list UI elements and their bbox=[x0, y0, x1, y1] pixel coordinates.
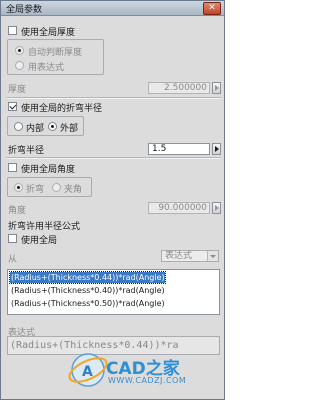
auto-thickness-radio[interactable] bbox=[15, 46, 24, 55]
bend-radius-arrow-button[interactable] bbox=[212, 143, 221, 155]
outer-radio[interactable] bbox=[48, 122, 57, 131]
angle-input[interactable]: 90.000000 bbox=[148, 202, 210, 214]
title-bar[interactable]: 全局参数 ✕ bbox=[1, 1, 224, 16]
close-button[interactable]: ✕ bbox=[203, 2, 221, 15]
divider bbox=[6, 97, 221, 99]
close-icon: ✕ bbox=[208, 3, 216, 13]
bend-angle-radio[interactable] bbox=[14, 183, 23, 192]
corner-angle-label: 夹角 bbox=[64, 185, 83, 195]
use-global-formula-checkbox[interactable] bbox=[8, 234, 17, 243]
formula-section-label: 折弯许用半径公式 bbox=[8, 222, 81, 232]
formula-source-select[interactable]: 表达式 bbox=[161, 250, 219, 262]
expression-field[interactable]: (Radius+(Thickness*0.44))*ra bbox=[7, 336, 220, 355]
thickness-field-label: 厚度 bbox=[8, 85, 27, 95]
thickness-mode-group: 自动判断厚度 用表达式 bbox=[7, 39, 104, 75]
formula-list-item[interactable]: (Radius+(Thickness*0.50))*rad(Angle) bbox=[10, 298, 165, 309]
from-label: 从 bbox=[8, 255, 18, 265]
formula-list-item[interactable]: (Radius+(Thickness*0.44))*rad(Angle) bbox=[9, 271, 166, 284]
divider bbox=[6, 157, 221, 159]
thickness-input[interactable]: 2.500000 bbox=[148, 82, 210, 94]
angle-type-group: 折弯 夹角 bbox=[7, 177, 92, 197]
use-global-bend-radius-label: 使用全局的折弯半径 bbox=[21, 104, 103, 114]
chevron-down-icon bbox=[207, 251, 218, 261]
use-global-thickness-checkbox[interactable] bbox=[8, 26, 17, 35]
window-title: 全局参数 bbox=[6, 5, 43, 15]
outer-label: 外部 bbox=[60, 124, 79, 134]
formula-list-item[interactable]: (Radius+(Thickness*0.40))*rad(Angle) bbox=[10, 285, 165, 296]
bend-radius-input[interactable]: 1.5 bbox=[148, 143, 210, 155]
use-global-formula-label: 使用全局 bbox=[21, 236, 58, 246]
formula-source-value: 表达式 bbox=[165, 251, 193, 261]
formula-list[interactable]: (Radius+(Thickness*0.44))*rad(Angle) (Ra… bbox=[7, 269, 220, 315]
global-params-dialog: 全局参数 ✕ 使用全局厚度 自动判断厚度 用表达式 厚度 2.500000 使用… bbox=[0, 0, 225, 400]
expr-thickness-radio[interactable] bbox=[15, 61, 24, 70]
use-global-angle-checkbox[interactable] bbox=[8, 163, 17, 172]
inner-label: 内部 bbox=[26, 124, 45, 134]
bend-radius-field-label: 折弯半径 bbox=[8, 146, 45, 156]
corner-angle-radio[interactable] bbox=[52, 183, 61, 192]
expr-thickness-label: 用表达式 bbox=[28, 63, 65, 73]
thickness-arrow-button[interactable] bbox=[212, 82, 221, 94]
bend-angle-label: 折弯 bbox=[26, 185, 45, 195]
use-global-bend-radius-checkbox[interactable] bbox=[8, 102, 17, 111]
angle-field-label: 角度 bbox=[8, 206, 27, 216]
use-global-angle-label: 使用全局角度 bbox=[21, 165, 76, 175]
angle-arrow-button[interactable] bbox=[212, 202, 221, 214]
use-global-thickness-label: 使用全局厚度 bbox=[21, 28, 76, 38]
bend-radius-side-group: 内部 外部 bbox=[7, 116, 84, 136]
inner-radio[interactable] bbox=[14, 122, 23, 131]
auto-thickness-label: 自动判断厚度 bbox=[28, 48, 83, 58]
